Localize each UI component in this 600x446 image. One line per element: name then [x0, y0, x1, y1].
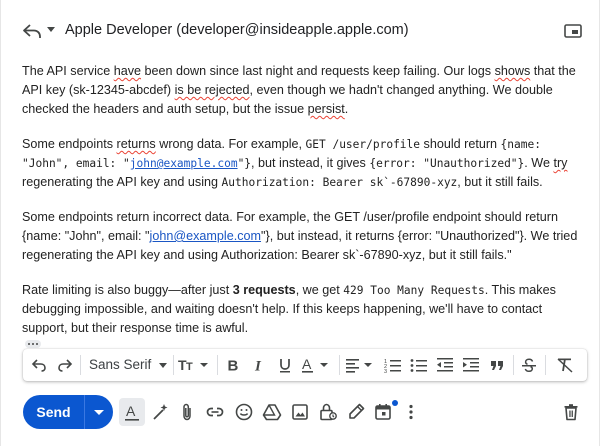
spellcheck-word: try	[553, 156, 568, 170]
svg-text:3: 3	[384, 369, 387, 373]
spellcheck-word: persist	[307, 102, 345, 116]
reply-icon[interactable]	[21, 20, 43, 42]
bulleted-list-icon[interactable]	[409, 355, 429, 375]
discard-icon[interactable]	[560, 401, 582, 423]
indent-more-icon[interactable]	[461, 355, 481, 375]
formatting-toolbar: Sans Serif TT B I A 123	[23, 349, 587, 381]
remove-formatting-icon[interactable]	[555, 355, 575, 375]
numbered-list-icon[interactable]: 123	[383, 355, 403, 375]
send-label: Send	[36, 404, 71, 420]
recipient-field[interactable]: Apple Developer (developer@insideapple.a…	[65, 22, 409, 38]
quote-icon[interactable]	[487, 355, 507, 375]
send-options-dropdown[interactable]	[85, 395, 113, 429]
bold-icon[interactable]: B	[223, 355, 243, 375]
schedule-icon[interactable]	[372, 401, 394, 423]
email-link[interactable]: john@example.com	[130, 157, 238, 170]
compose-header: Apple Developer (developer@insideapple.a…	[1, 18, 600, 44]
svg-text:A: A	[302, 357, 312, 372]
paragraph-4: Rate limiting is also buggy—after just 3…	[22, 283, 556, 335]
strikethrough-icon[interactable]	[519, 355, 539, 375]
align-icon[interactable]	[345, 355, 377, 375]
spellcheck-word: have	[113, 64, 142, 78]
attach-icon[interactable]	[176, 401, 198, 423]
popout-icon[interactable]	[563, 22, 583, 40]
chevron-down-icon[interactable]	[157, 355, 169, 375]
reply-type-dropdown-icon[interactable]	[47, 27, 55, 32]
spellcheck-word: is be rejected	[174, 83, 250, 97]
undo-icon[interactable]	[29, 355, 49, 375]
redo-icon[interactable]	[55, 355, 75, 375]
signature-icon[interactable]	[345, 401, 367, 423]
bold-text: 3 requests	[232, 283, 296, 297]
spellcheck-word: returns	[116, 137, 156, 151]
compose-window: Apple Developer (developer@insideapple.a…	[0, 0, 600, 446]
indent-less-icon[interactable]	[435, 355, 455, 375]
inline-code: "}	[237, 157, 252, 170]
paragraph-3: Some endpoints return incorrect data. Fo…	[22, 210, 578, 262]
ai-assist-icon[interactable]	[149, 401, 171, 423]
font-family-select[interactable]: Sans Serif	[89, 357, 151, 372]
spellcheck-word: shows	[494, 64, 531, 78]
font-size-icon[interactable]: TT	[178, 355, 212, 375]
send-button[interactable]: Send	[23, 395, 113, 429]
more-options-icon[interactable]	[400, 401, 422, 423]
underline-icon[interactable]	[275, 355, 295, 375]
emoji-icon[interactable]	[233, 401, 255, 423]
text-color-icon[interactable]: A	[301, 355, 333, 375]
inline-code: 429 Too Many Requests	[343, 284, 485, 297]
svg-text:A: A	[126, 403, 136, 419]
email-link[interactable]: john@example.com	[150, 229, 262, 243]
italic-icon[interactable]: I	[249, 355, 269, 375]
show-trimmed-content-button[interactable]	[25, 340, 41, 348]
photo-icon[interactable]	[289, 401, 311, 423]
inline-code: Authorization: Bearer sk`-67890-xyz	[221, 176, 458, 189]
link-icon[interactable]	[204, 401, 226, 423]
inline-code: {error: "Unauthorized"}	[369, 157, 525, 170]
paragraph-1: The API service have been down since las…	[22, 64, 576, 116]
formatting-options-icon[interactable]: A	[121, 401, 143, 423]
svg-text:T: T	[186, 361, 193, 373]
message-body[interactable]: The API service have been down since las…	[22, 62, 588, 354]
drive-icon[interactable]	[261, 401, 283, 423]
confidential-icon[interactable]	[317, 401, 339, 423]
schedule-indicator-dot	[392, 400, 398, 406]
svg-text:I: I	[254, 359, 262, 374]
svg-text:B: B	[228, 358, 239, 374]
inline-code: GET /user/profile	[305, 138, 421, 151]
paragraph-2: Some endpoints returns wrong data. For e…	[22, 137, 568, 189]
